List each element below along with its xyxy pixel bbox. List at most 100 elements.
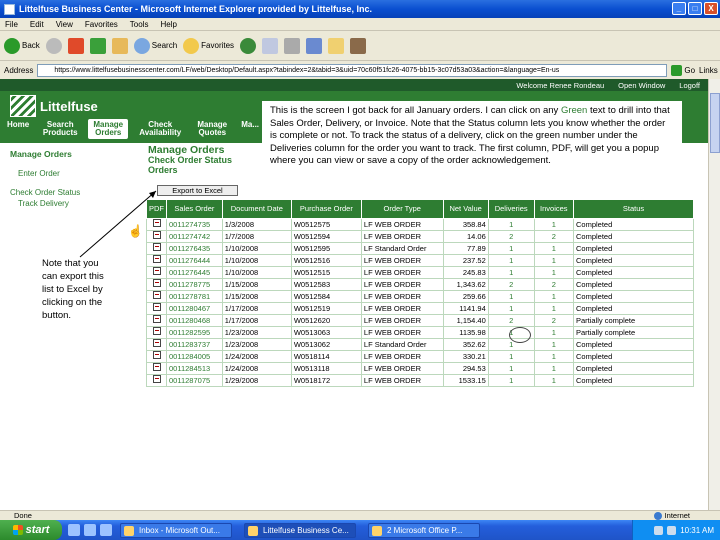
- invoices-cell[interactable]: 1: [533, 218, 575, 231]
- links-label[interactable]: Links: [699, 66, 718, 75]
- deliveries-cell[interactable]: 1: [487, 254, 535, 267]
- littelfuse-logo[interactable]: Littelfuse: [10, 95, 98, 117]
- logoff-link[interactable]: Logoff: [679, 81, 700, 90]
- nav-manage-quotes[interactable]: Manage Quotes: [192, 119, 232, 139]
- deliveries-cell[interactable]: 2: [487, 278, 535, 291]
- pdf-cell[interactable]: [146, 266, 167, 279]
- deliveries-cell[interactable]: 1: [487, 290, 535, 303]
- invoices-cell[interactable]: 1: [533, 326, 575, 339]
- pdf-cell[interactable]: [146, 302, 167, 315]
- sales-order-cell[interactable]: 0011280468: [166, 314, 223, 327]
- home-icon[interactable]: [111, 37, 128, 54]
- quicklaunch-ie-icon[interactable]: [68, 524, 80, 536]
- left-nav-enter-order[interactable]: Enter Order: [18, 169, 130, 178]
- edit-icon[interactable]: [306, 37, 323, 54]
- col-net-value[interactable]: Net Value: [442, 199, 489, 219]
- invoices-cell[interactable]: 2: [533, 230, 575, 243]
- col-status[interactable]: Status: [573, 199, 694, 219]
- invoices-cell[interactable]: 1: [533, 362, 575, 375]
- pdf-icon[interactable]: [152, 243, 161, 251]
- mail-icon[interactable]: [262, 37, 279, 54]
- pdf-icon[interactable]: [152, 327, 161, 335]
- menu-edit[interactable]: Edit: [30, 20, 44, 29]
- pdf-icon[interactable]: [152, 255, 161, 263]
- task-littelfuse[interactable]: Littelfuse Business Ce...: [244, 522, 356, 538]
- open-window-link[interactable]: Open Window: [618, 81, 665, 90]
- deliveries-cell[interactable]: 1: [487, 374, 535, 387]
- pdf-icon[interactable]: [152, 303, 161, 311]
- favorites-button[interactable]: Favorites: [183, 37, 234, 54]
- pdf-cell[interactable]: [146, 314, 167, 327]
- pdf-cell[interactable]: [146, 374, 167, 387]
- history-icon[interactable]: [240, 37, 257, 54]
- nav-home[interactable]: Home: [4, 119, 32, 139]
- pdf-icon[interactable]: [152, 291, 161, 299]
- pdf-cell[interactable]: [146, 290, 167, 303]
- deliveries-cell[interactable]: 1: [487, 266, 535, 279]
- minimize-button[interactable]: _: [672, 2, 686, 15]
- search-button[interactable]: Search: [133, 37, 177, 54]
- sales-order-cell[interactable]: 0011278775: [166, 278, 223, 291]
- nav-more[interactable]: Ma...: [238, 119, 262, 139]
- pdf-icon[interactable]: [152, 231, 161, 239]
- invoices-cell[interactable]: 2: [533, 314, 575, 327]
- task-office[interactable]: 2 Microsoft Office P...: [368, 522, 480, 538]
- invoices-cell[interactable]: 1: [533, 254, 575, 267]
- sales-order-cell[interactable]: 0011287075: [166, 374, 223, 387]
- sales-order-cell[interactable]: 0011274742: [166, 230, 223, 243]
- pdf-cell[interactable]: [146, 338, 167, 351]
- col-purchase-order[interactable]: Purchase Order: [290, 199, 362, 219]
- sales-order-cell[interactable]: 0011284005: [166, 350, 223, 363]
- pdf-icon[interactable]: [152, 339, 161, 347]
- pdf-cell[interactable]: [146, 350, 167, 363]
- left-nav-track-delivery[interactable]: Track Delivery: [18, 199, 130, 208]
- pdf-icon[interactable]: [152, 219, 161, 227]
- invoices-cell[interactable]: 1: [533, 290, 575, 303]
- vertical-scrollbar[interactable]: [708, 79, 720, 510]
- col-pdf[interactable]: PDF: [146, 199, 167, 219]
- pdf-cell[interactable]: [146, 230, 167, 243]
- pdf-icon[interactable]: [152, 363, 161, 371]
- pdf-icon[interactable]: [152, 375, 161, 383]
- pdf-icon[interactable]: [152, 279, 161, 287]
- menu-favorites[interactable]: Favorites: [85, 20, 118, 29]
- sales-order-cell[interactable]: 0011276445: [166, 266, 223, 279]
- task-outlook[interactable]: Inbox - Microsoft Out...: [120, 522, 232, 538]
- sales-order-cell[interactable]: 0011274735: [166, 218, 223, 231]
- pdf-cell[interactable]: [146, 254, 167, 267]
- left-nav-check-order-status[interactable]: Check Order Status: [10, 188, 130, 197]
- invoices-cell[interactable]: 1: [533, 350, 575, 363]
- pdf-cell[interactable]: [146, 362, 167, 375]
- pdf-icon[interactable]: [152, 315, 161, 323]
- invoices-cell[interactable]: 1: [533, 242, 575, 255]
- sales-order-cell[interactable]: 0011280467: [166, 302, 223, 315]
- back-button[interactable]: Back: [4, 37, 40, 54]
- messenger-icon[interactable]: [350, 37, 367, 54]
- sales-order-cell[interactable]: 0011276435: [166, 242, 223, 255]
- forward-arrow-icon[interactable]: [45, 37, 62, 54]
- left-nav-heading[interactable]: Manage Orders: [10, 149, 130, 159]
- export-to-excel-button[interactable]: Export to Excel: [157, 185, 238, 196]
- deliveries-cell[interactable]: 1: [487, 302, 535, 315]
- print-icon[interactable]: [284, 37, 301, 54]
- tray-network-icon[interactable]: [654, 525, 664, 535]
- invoices-cell[interactable]: 1: [533, 302, 575, 315]
- start-button[interactable]: start: [0, 520, 62, 540]
- quicklaunch-desktop-icon[interactable]: [84, 524, 96, 536]
- pdf-cell[interactable]: [146, 242, 167, 255]
- deliveries-cell[interactable]: 1: [487, 350, 535, 363]
- menu-file[interactable]: File: [5, 20, 18, 29]
- pdf-cell[interactable]: [146, 278, 167, 291]
- nav-manage-orders[interactable]: Manage Orders: [88, 119, 129, 139]
- sales-order-cell[interactable]: 0011278781: [166, 290, 223, 303]
- menu-help[interactable]: Help: [160, 20, 176, 29]
- address-input[interactable]: https://www.littelfusebusinesscenter.com…: [37, 63, 668, 77]
- col-sales-order[interactable]: Sales Order: [166, 199, 223, 219]
- menu-tools[interactable]: Tools: [130, 20, 149, 29]
- sales-order-cell[interactable]: 0011283737: [166, 338, 223, 351]
- invoices-cell[interactable]: 1: [533, 338, 575, 351]
- col-invoices[interactable]: Invoices: [533, 199, 575, 219]
- pdf-cell[interactable]: [146, 326, 167, 339]
- col-document-date[interactable]: Document Date: [221, 199, 292, 219]
- maximize-button[interactable]: □: [688, 2, 702, 15]
